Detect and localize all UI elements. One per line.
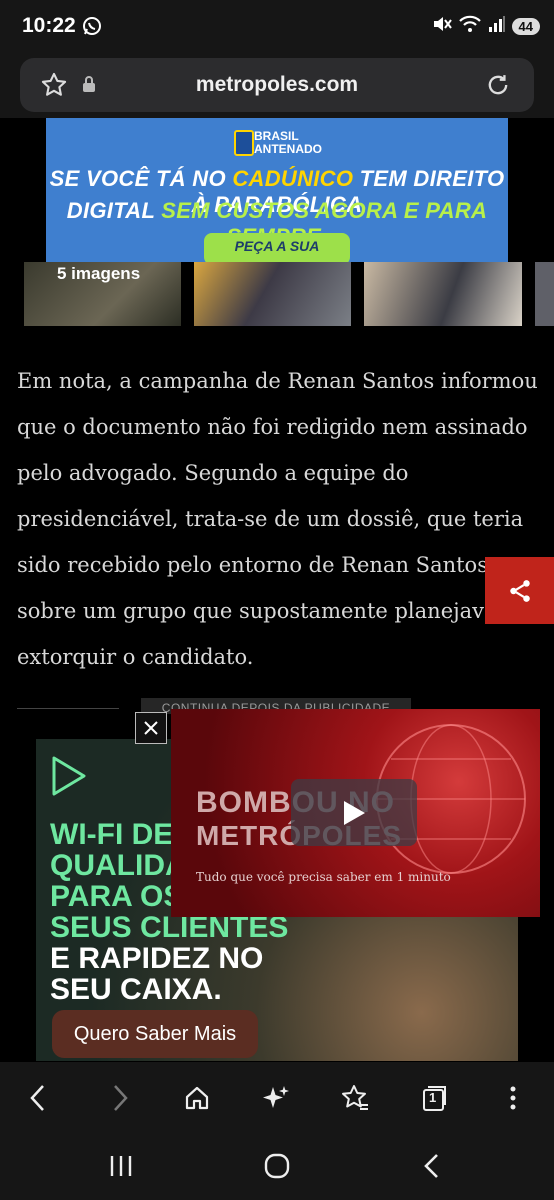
gallery-thumb-4[interactable] xyxy=(535,262,554,326)
wifi-icon xyxy=(458,15,482,38)
ad-line-1-prefix: SE VOCÊ TÁ NO xyxy=(49,166,233,191)
bookmark-star-icon[interactable] xyxy=(40,71,68,104)
bookmarks-icon xyxy=(342,1085,368,1110)
more-vertical-icon xyxy=(510,1086,516,1110)
home-icon xyxy=(185,1086,209,1110)
whatsapp-icon xyxy=(82,16,102,41)
article-paragraph: Em nota, a campanha de Renan Santos info… xyxy=(17,369,538,669)
video-play-button[interactable] xyxy=(291,779,417,846)
forward-button[interactable] xyxy=(100,1078,140,1118)
video-close-button[interactable] xyxy=(135,712,167,744)
ad-line-1-highlight: CADÚNICO xyxy=(232,166,354,191)
close-icon xyxy=(144,721,158,735)
gallery-thumb-3[interactable] xyxy=(364,262,522,326)
ad-white-line-1: E RAPIDEZ NO xyxy=(50,942,264,975)
back-icon xyxy=(424,1154,438,1178)
gallery-count: 5 imagens xyxy=(57,264,141,283)
status-icons: 44 xyxy=(432,14,540,38)
ad-green-line-3: PARA OS xyxy=(50,880,184,913)
ad-divider xyxy=(17,708,119,709)
system-back-button[interactable] xyxy=(412,1146,452,1186)
back-button[interactable] xyxy=(18,1078,58,1118)
ad-green-line-1: WI-FI DE xyxy=(50,818,174,851)
ad-cta-button[interactable]: Quero Saber Mais xyxy=(52,1010,258,1058)
mute-icon xyxy=(432,15,452,38)
menu-button[interactable] xyxy=(493,1078,533,1118)
address-url[interactable]: metropoles.com xyxy=(20,58,534,112)
share-icon xyxy=(509,579,530,602)
status-time: 10:22 xyxy=(22,14,76,37)
tabs-button[interactable]: 1 xyxy=(414,1078,454,1118)
ad-line-2-prefix: DIGITAL xyxy=(66,198,162,223)
tab-count: 1 xyxy=(429,1090,437,1105)
recents-icon xyxy=(110,1156,132,1176)
chevron-left-icon xyxy=(30,1085,44,1111)
recent-apps-button[interactable] xyxy=(101,1146,141,1186)
brasil-antenado-logo xyxy=(234,130,254,156)
video-subtitle: Tudo que você precisa saber em 1 minuto xyxy=(196,870,451,884)
ad-cta-button[interactable]: PEÇA A SUA xyxy=(204,233,350,262)
top-advertisement[interactable]: BRASIL ANTENADO SE VOCÊ TÁ NO CADÚNICO T… xyxy=(46,118,508,262)
signal-icon xyxy=(488,15,506,38)
share-button[interactable] xyxy=(485,557,554,624)
ai-assistant-button[interactable] xyxy=(256,1078,296,1118)
home-circle-icon xyxy=(264,1153,290,1179)
reload-icon[interactable] xyxy=(484,71,512,104)
system-home-button[interactable] xyxy=(257,1146,297,1186)
ad-white-line-2: SEU CAIXA. xyxy=(50,973,222,1006)
ad-play-icon xyxy=(50,755,88,802)
gallery-thumb-2[interactable] xyxy=(194,262,351,326)
play-icon xyxy=(344,800,365,825)
battery-icon: 44 xyxy=(511,17,540,35)
chevron-right-icon xyxy=(114,1085,128,1111)
home-button[interactable] xyxy=(177,1078,217,1118)
address-bar[interactable]: metropoles.com xyxy=(20,58,534,112)
ad-brand: BRASIL ANTENADO xyxy=(254,129,322,156)
bookmarks-button[interactable] xyxy=(335,1078,375,1118)
sparkle-icon xyxy=(263,1086,289,1108)
lock-icon xyxy=(82,75,96,98)
